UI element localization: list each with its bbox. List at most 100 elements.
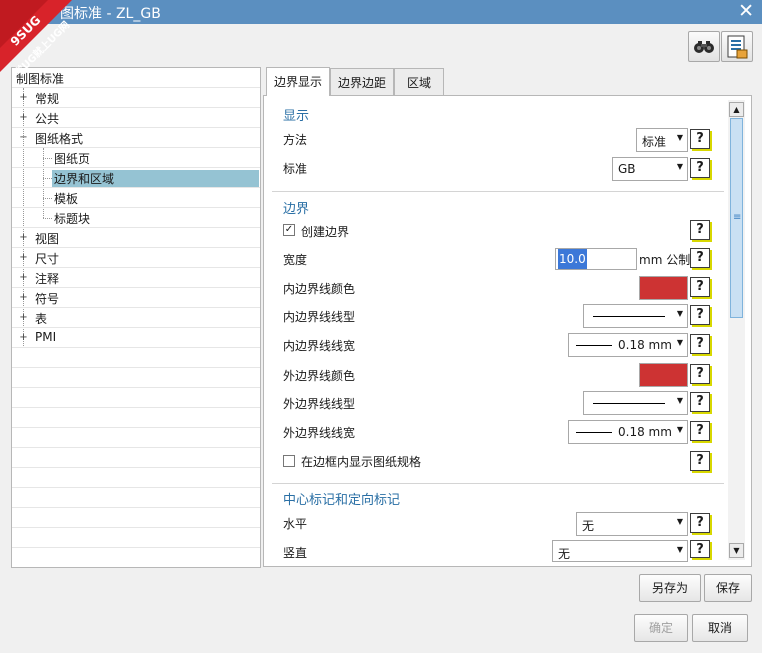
save-as-button[interactable]: 另存为 [639, 574, 701, 602]
chevron-down-icon: ▼ [676, 338, 683, 347]
tab-border-display[interactable]: 边界显示 [266, 67, 330, 96]
tree-empty-row [12, 528, 260, 548]
standard-label: 标准 [283, 162, 308, 176]
help-icon[interactable]: ? [690, 158, 710, 178]
method-dropdown[interactable]: 标准 ▼ [636, 128, 688, 152]
load-settings-button[interactable] [721, 31, 753, 62]
inner-linetype-dropdown[interactable]: ▼ [583, 304, 688, 328]
tree-item-dimension[interactable]: + 尺寸 [12, 248, 260, 268]
help-icon[interactable]: ? [690, 540, 710, 558]
help-icon[interactable]: ? [690, 451, 710, 471]
tab-zones[interactable]: 区域 [394, 68, 444, 95]
close-icon[interactable]: ✕ [738, 1, 754, 21]
scroll-down-icon[interactable]: ▼ [729, 543, 744, 558]
expand-icon[interactable]: + [19, 333, 28, 343]
scroll-up-icon[interactable]: ▲ [729, 102, 744, 117]
expand-icon[interactable]: + [19, 273, 28, 283]
tree-item-table[interactable]: + 表 [12, 308, 260, 328]
solid-line-icon [593, 316, 665, 317]
chevron-down-icon: ▼ [676, 517, 683, 526]
outer-linewidth-dropdown[interactable]: 0.18 mm ▼ [568, 420, 688, 444]
help-icon[interactable]: ? [690, 513, 710, 533]
horizontal-label: 水平 [283, 517, 308, 531]
title-bar: 图标准 - ZL_GB ✕ [0, 0, 762, 24]
tree-item-symbol[interactable]: + 符号 [12, 288, 260, 308]
horizontal-value: 无 [582, 519, 595, 533]
standard-dropdown[interactable]: GB ▼ [612, 157, 688, 181]
width-input[interactable]: 10.0 [555, 248, 637, 270]
expand-icon[interactable]: + [19, 233, 28, 243]
tree-item-label: 模板 [54, 192, 79, 206]
inner-type-label: 内边界线线型 [283, 310, 356, 324]
inner-linewidth-dropdown[interactable]: 0.18 mm ▼ [568, 333, 688, 357]
tree-item-annotation[interactable]: + 注释 [12, 268, 260, 288]
scrollbar-thumb[interactable]: ≡ [730, 118, 743, 318]
inner-width-label: 内边界线线宽 [283, 339, 356, 353]
tab-border-margins[interactable]: 边界边距 [330, 68, 394, 95]
horizontal-dropdown[interactable]: 无 ▼ [576, 512, 688, 536]
panel-scrollbar[interactable]: ▲ ≡ ▼ [728, 100, 745, 560]
tree-item-label: 边界和区域 [52, 170, 259, 187]
vertical-dropdown[interactable]: 无 ▼ [552, 540, 688, 562]
chevron-down-icon: ▼ [676, 133, 683, 142]
ok-button[interactable]: 确定 [634, 614, 688, 642]
tree-item-title-block[interactable]: 标题块 [12, 208, 260, 228]
cancel-button[interactable]: 取消 [692, 614, 748, 642]
show-sheet-size-checkbox[interactable] [283, 455, 295, 467]
tree-item-label: PMI [35, 330, 57, 344]
tree-item-template[interactable]: 模板 [12, 188, 260, 208]
tree-item-label: 图纸页 [54, 152, 91, 166]
tree-item-pmi[interactable]: + PMI [12, 328, 260, 348]
tree-item-common[interactable]: + 公共 [12, 108, 260, 128]
width-value: 10.0 [558, 249, 587, 269]
help-icon[interactable]: ? [690, 334, 710, 354]
help-icon[interactable]: ? [690, 220, 710, 240]
inner-color-swatch[interactable] [639, 276, 688, 300]
collapse-icon[interactable]: − [19, 133, 28, 143]
help-icon[interactable]: ? [690, 129, 710, 149]
tree-item-general[interactable]: + 常规 [12, 88, 260, 108]
solid-line-icon [576, 432, 612, 433]
outer-linetype-dropdown[interactable]: ▼ [583, 391, 688, 415]
help-icon[interactable]: ? [690, 277, 710, 297]
settings-file-icon [727, 35, 748, 59]
section-divider [272, 191, 724, 192]
tree-item-sheet-page[interactable]: 图纸页 [12, 148, 260, 168]
expand-icon[interactable]: + [19, 253, 28, 263]
standards-tree: 制图标准 + 常规 + 公共 − 图纸格式 图纸页 边界和区域 模板 标题块 + 视图 … [11, 67, 261, 568]
expand-icon[interactable]: + [19, 313, 28, 323]
help-icon[interactable]: ? [690, 248, 710, 268]
help-icon[interactable]: ? [690, 392, 710, 412]
solid-line-icon [576, 345, 612, 346]
inner-width-value: 0.18 mm [618, 338, 672, 352]
outer-color-swatch[interactable] [639, 363, 688, 387]
section-center-marks-title: 中心标记和定向标记 [283, 493, 401, 508]
tree-item-label: 图纸格式 [35, 132, 84, 146]
expand-icon[interactable]: + [19, 293, 28, 303]
binoculars-icon [694, 41, 714, 53]
tree-empty-row [12, 448, 260, 468]
help-icon[interactable]: ? [690, 305, 710, 325]
tree-item-label: 公共 [35, 112, 60, 126]
vertical-value: 无 [558, 547, 571, 561]
outer-color-label: 外边界线颜色 [283, 369, 356, 383]
tree-item-view[interactable]: + 视图 [12, 228, 260, 248]
create-border-checkbox[interactable]: ✓ [283, 224, 295, 236]
help-icon[interactable]: ? [690, 364, 710, 384]
tree-item-border-and-zones[interactable]: 边界和区域 [12, 168, 260, 188]
outer-width-value: 0.18 mm [618, 425, 672, 439]
expand-icon[interactable]: + [19, 93, 28, 103]
chevron-down-icon: ▼ [676, 162, 683, 171]
save-button[interactable]: 保存 [704, 574, 752, 602]
tree-item-label: 标题块 [54, 212, 91, 226]
chevron-down-icon: ▼ [676, 545, 683, 554]
width-label: 宽度 [283, 253, 308, 267]
help-icon[interactable]: ? [690, 421, 710, 441]
find-button[interactable] [688, 31, 720, 62]
tree-item-label: 常规 [35, 92, 60, 106]
chevron-down-icon: ▼ [676, 425, 683, 434]
vertical-label: 竖直 [283, 546, 308, 560]
tree-item-sheet-format[interactable]: − 图纸格式 [12, 128, 260, 148]
expand-icon[interactable]: + [19, 113, 28, 123]
grip-icon: ≡ [733, 212, 742, 223]
